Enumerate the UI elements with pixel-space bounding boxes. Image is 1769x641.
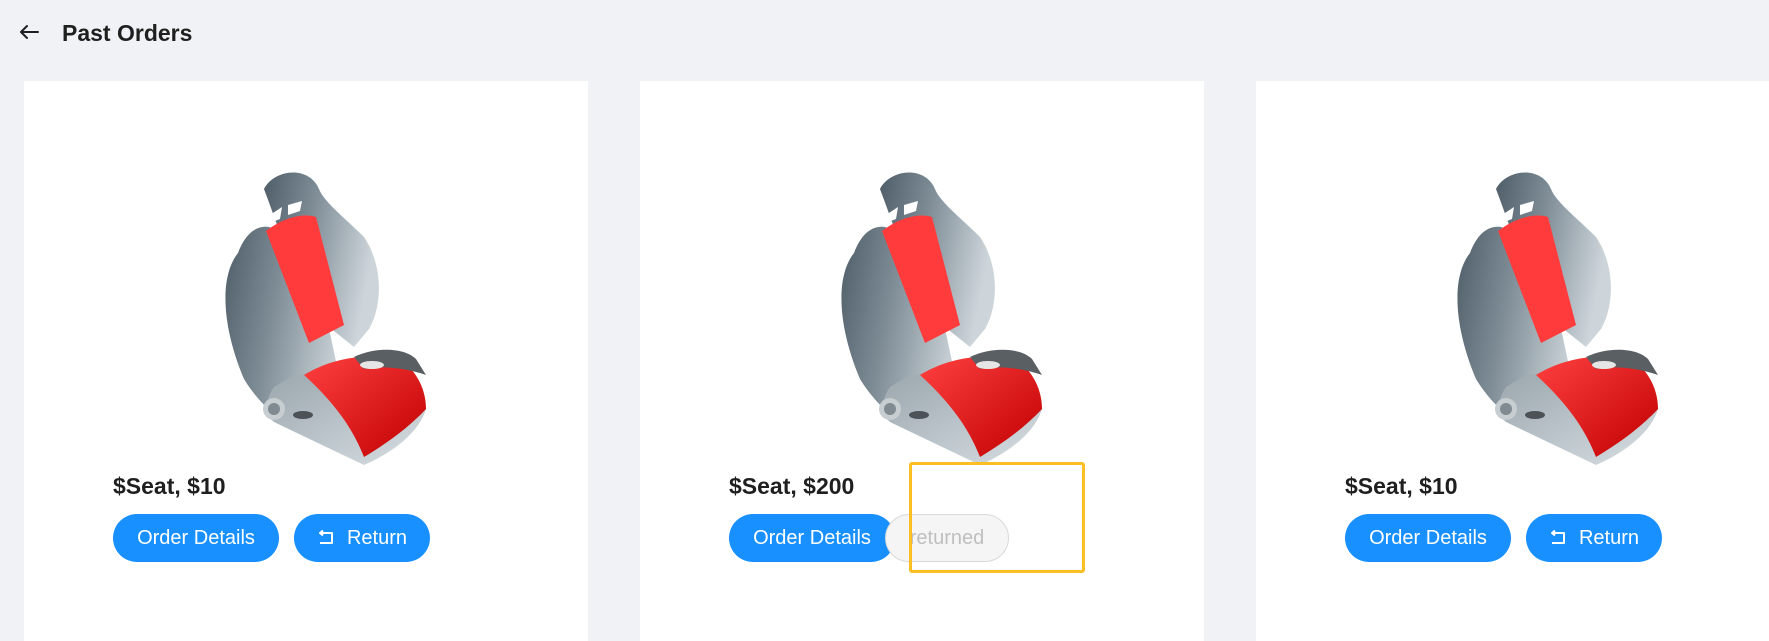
order-price: $Seat, $10 xyxy=(113,473,226,499)
returned-status-button: returned xyxy=(885,514,1009,562)
order-price: $Seat, $10 xyxy=(1345,473,1458,499)
return-icon xyxy=(317,530,335,546)
order-details-button[interactable]: Order Details xyxy=(1345,514,1511,562)
order-card: $Seat, $10 Order Details Return xyxy=(24,81,588,641)
car-seat-image xyxy=(841,172,1042,465)
order-details-button[interactable]: Order Details xyxy=(729,514,895,562)
order-card: $Seat, $200 Order Details returned xyxy=(640,81,1204,641)
order-price: $Seat, $200 xyxy=(729,473,855,499)
page-title: Past Orders xyxy=(62,20,193,46)
return-icon xyxy=(1549,530,1567,546)
page-header: Past Orders xyxy=(0,0,1769,72)
return-button[interactable]: Return xyxy=(294,514,430,562)
car-seat-image xyxy=(1457,172,1658,465)
back-button[interactable] xyxy=(18,22,40,42)
car-seat-image xyxy=(225,172,426,465)
return-label: Return xyxy=(1578,526,1640,549)
arrow-left-icon xyxy=(20,25,39,39)
return-label: Return xyxy=(346,526,408,549)
return-button[interactable]: Return xyxy=(1526,514,1662,562)
order-card: $Seat, $10 Order Details Return xyxy=(1256,81,1769,641)
order-details-button[interactable]: Order Details xyxy=(113,514,279,562)
